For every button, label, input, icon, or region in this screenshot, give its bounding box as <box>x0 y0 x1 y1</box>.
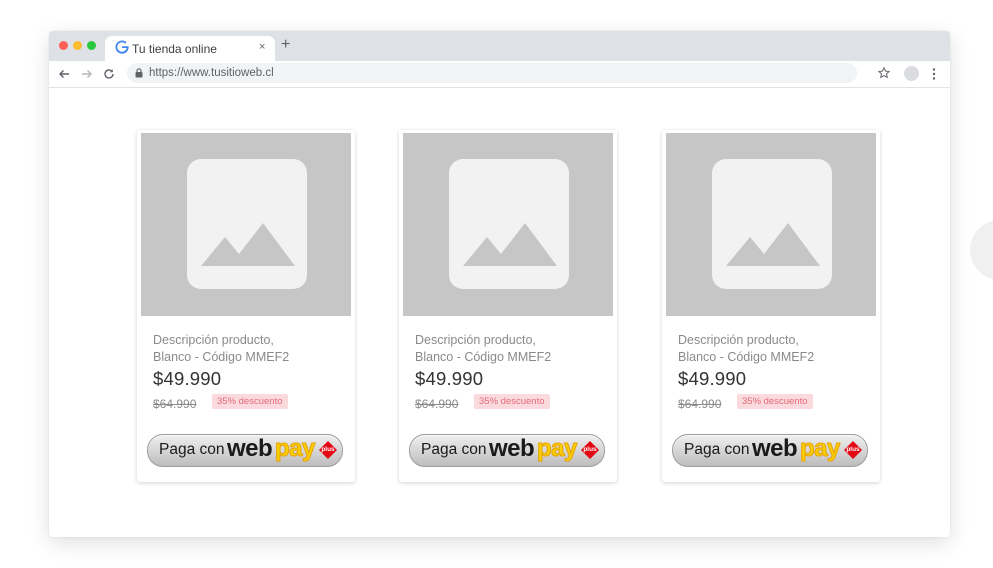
webpay-logo-pay: pay <box>800 435 841 463</box>
product-image[interactable] <box>403 133 613 316</box>
webpay-plus-logo: plus <box>318 440 338 460</box>
description-line-1: Descripción producto, <box>153 333 274 347</box>
product-description: Descripción producto, Blanco - Código MM… <box>415 332 605 366</box>
maximize-window-button[interactable] <box>87 41 96 50</box>
arrow-left-icon[interactable] <box>58 68 70 80</box>
browser-toolbar: https://www.tusitioweb.cl <box>49 61 950 88</box>
browser-window: Tu tienda online × + https://www.tusitio… <box>49 31 950 537</box>
webpay-logo-pay: pay <box>537 435 578 463</box>
product-price: $49.990 <box>415 368 484 389</box>
webpay-plus-text: plus <box>846 446 860 453</box>
image-placeholder-icon <box>712 159 832 289</box>
pay-with-webpay-button[interactable]: Paga con web pay plus <box>409 434 605 467</box>
minimize-window-button[interactable] <box>73 41 82 50</box>
product-image[interactable] <box>666 133 876 316</box>
description-line-2: Blanco - Código MMEF2 <box>678 350 815 364</box>
description-line-2: Blanco - Código MMEF2 <box>415 350 552 364</box>
product-card[interactable]: Descripción producto, Blanco - Código MM… <box>137 130 355 482</box>
webpay-logo-web: web <box>489 435 535 462</box>
kebab-menu-icon[interactable] <box>931 67 937 81</box>
discount-badge: 35% descuento <box>212 394 288 409</box>
webpay-plus-logo: plus <box>580 440 600 460</box>
product-card[interactable]: Descripción producto, Blanco - Código MM… <box>662 130 880 482</box>
webpay-logo-web: web <box>227 435 273 462</box>
webpay-logo-web: web <box>752 435 798 462</box>
webpay-logo-pay: pay <box>275 435 316 463</box>
profile-avatar[interactable] <box>904 66 919 81</box>
product-description: Descripción producto, Blanco - Código MM… <box>153 332 343 366</box>
pay-with-webpay-button[interactable]: Paga con web pay plus <box>147 434 343 467</box>
pay-label: Paga con <box>684 441 750 458</box>
reload-icon[interactable] <box>103 68 115 80</box>
original-price: $64.990 <box>153 397 197 411</box>
webpay-plus-text: plus <box>583 446 597 453</box>
description-line-2: Blanco - Código MMEF2 <box>153 350 290 364</box>
pay-label: Paga con <box>159 441 225 458</box>
google-g-icon <box>115 40 129 54</box>
arrow-right-icon[interactable] <box>81 68 93 80</box>
pay-with-webpay-button[interactable]: Paga con web pay plus <box>672 434 868 467</box>
webpay-plus-logo: plus <box>843 440 863 460</box>
tab-close-button[interactable]: × <box>259 41 265 53</box>
image-placeholder-icon <box>449 159 569 289</box>
close-window-button[interactable] <box>59 41 68 50</box>
star-icon[interactable] <box>878 67 890 79</box>
product-image[interactable] <box>141 133 351 316</box>
lock-icon <box>135 68 143 78</box>
tab-bar: Tu tienda online × + <box>49 31 950 61</box>
image-placeholder-icon <box>187 159 307 289</box>
product-description: Descripción producto, Blanco - Código MM… <box>678 332 868 366</box>
address-bar[interactable]: https://www.tusitioweb.cl <box>127 63 857 83</box>
new-tab-button[interactable]: + <box>281 37 290 53</box>
product-card[interactable]: Descripción producto, Blanco - Código MM… <box>399 130 617 482</box>
description-line-1: Descripción producto, <box>415 333 536 347</box>
original-price: $64.990 <box>415 397 459 411</box>
url-text: https://www.tusitioweb.cl <box>149 67 274 79</box>
browser-tab[interactable]: Tu tienda online × <box>105 36 275 61</box>
url-scheme: https:// <box>149 67 184 79</box>
original-price: $64.990 <box>678 397 722 411</box>
tab-title: Tu tienda online <box>132 42 217 56</box>
product-price: $49.990 <box>678 368 747 389</box>
discount-badge: 35% descuento <box>737 394 813 409</box>
product-price: $49.990 <box>153 368 222 389</box>
discount-badge: 35% descuento <box>474 394 550 409</box>
pay-label: Paga con <box>421 441 487 458</box>
webpay-plus-text: plus <box>321 446 335 453</box>
side-decoration <box>970 220 993 280</box>
url-host: www.tusitioweb.cl <box>183 67 274 79</box>
description-line-1: Descripción producto, <box>678 333 799 347</box>
